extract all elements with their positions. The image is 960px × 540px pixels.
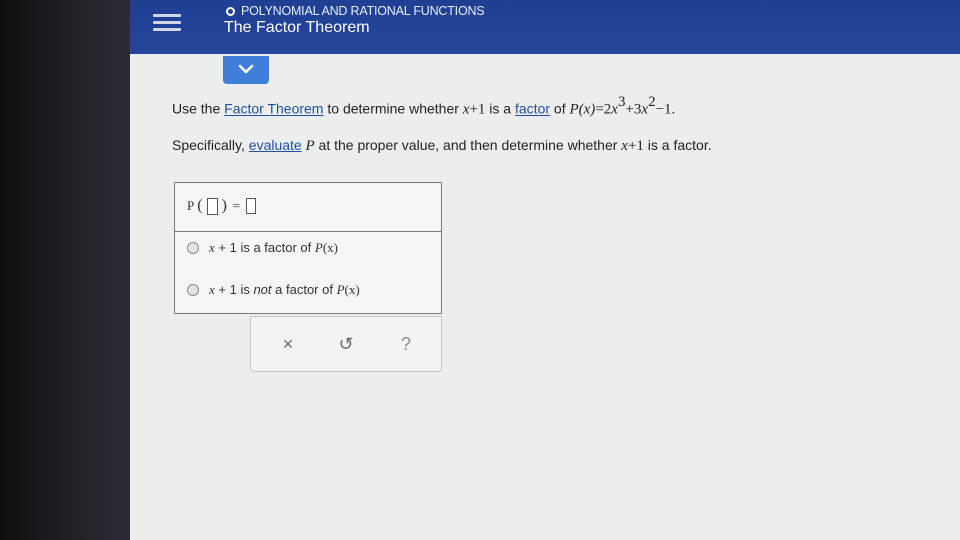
clear-icon[interactable]: × [277,333,299,355]
text: to determine whether [323,100,463,117]
help-icon[interactable]: ? [395,333,417,355]
monitor-bezel [0,0,130,540]
math-var: x [611,101,618,118]
evaluation-row: P ( ) = [175,183,441,232]
evaluation-equation: P ( ) = [187,197,257,215]
p-label: P [187,198,195,213]
math-expr: =2 [595,101,612,118]
math-expr: (x) [322,240,338,255]
text: Specifically, [172,137,249,153]
evaluate-link[interactable]: evaluate [249,137,302,153]
paren-open: ( [197,197,203,214]
question-line-1: Use the Factor Theorem to determine whet… [172,94,676,119]
answer-box: P ( ) = x + 1 is a factor of P(x) x + 1 … [174,182,442,314]
answer-toolbar: × ↺ ? [250,316,442,372]
factor-link[interactable]: factor [515,101,550,117]
breadcrumb: POLYNOMIAL AND RATIONAL FUNCTIONS [226,3,485,19]
math-expr: +1 [627,138,644,154]
text: at the proper value, and then determine … [314,137,622,153]
option-is-factor[interactable]: x + 1 is a factor of P(x) [187,240,338,256]
radio-button[interactable] [187,242,199,254]
math-expr: +3 [625,101,642,118]
exponent: 2 [648,94,656,110]
math-expr: (x) [344,282,360,297]
option-emphasis: not [253,282,272,297]
breadcrumb-text: POLYNOMIAL AND RATIONAL FUNCTIONS [241,4,485,18]
text: is a [485,100,515,117]
question-line-2: Specifically, evaluate P at the proper v… [172,137,712,155]
math-var: P [301,138,315,154]
math-var: P [314,240,323,255]
text: is a factor. [643,137,712,153]
radio-button[interactable] [187,284,199,296]
p-argument-input[interactable] [206,197,218,215]
option-text: + 1 is a factor of [214,240,315,255]
undo-icon[interactable]: ↺ [335,333,357,355]
paren-close: ) [221,197,227,214]
math-expr: +1 [469,101,486,118]
p-value-input[interactable] [246,198,257,214]
option-text: a factor of [271,282,337,297]
math-var: x [621,138,628,154]
factor-theorem-link[interactable]: Factor Theorem [224,101,323,117]
text: of [550,100,570,117]
chevron-down-icon [238,64,254,74]
math-var: P [336,282,345,297]
collapse-toggle-button[interactable] [223,56,269,84]
page-title: The Factor Theorem [224,19,370,36]
math-var: P [569,101,579,118]
math-var: (x) [578,101,596,118]
text: Use the [172,100,225,117]
equals-sign: = [232,198,241,213]
menu-icon[interactable] [147,6,187,38]
exponent: 3 [617,94,626,110]
option-not-factor[interactable]: x + 1 is not a factor of P(x) [187,282,360,298]
option-text: + 1 is [214,282,254,297]
topic-circle-icon [226,6,235,16]
math-expr: −1. [655,101,676,118]
